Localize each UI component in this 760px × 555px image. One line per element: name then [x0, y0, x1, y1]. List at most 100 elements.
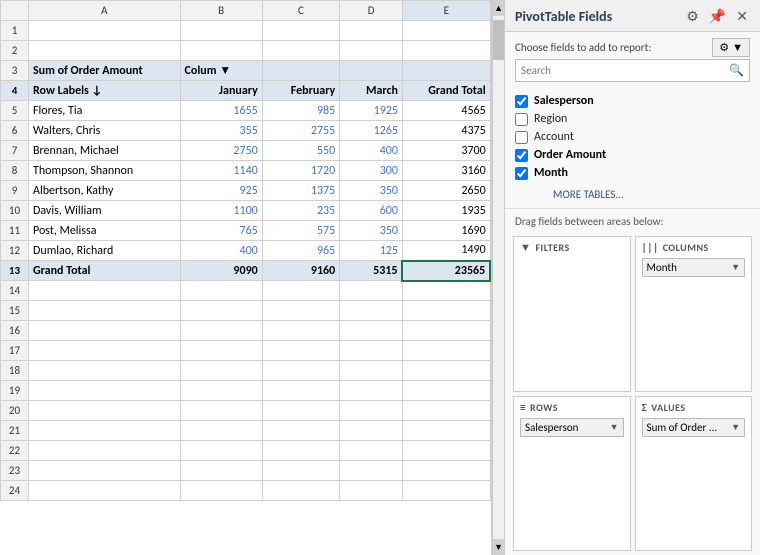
- cell[interactable]: [262, 41, 339, 61]
- gear-icon[interactable]: ⚙: [684, 8, 701, 25]
- cell-mar[interactable]: 600: [340, 201, 403, 221]
- cell-feb[interactable]: 1720: [262, 161, 339, 181]
- cell-name[interactable]: Thompson, Shannon: [29, 161, 181, 181]
- field-checkbox-account[interactable]: [515, 131, 528, 144]
- cell-january[interactable]: January: [180, 81, 262, 101]
- field-checkbox-salesperson[interactable]: [515, 95, 528, 108]
- scrollbar[interactable]: ▲ ▼: [492, 0, 504, 555]
- area-rows[interactable]: ≡ ROWS Salesperson ▼: [513, 396, 630, 552]
- col-header-A[interactable]: A: [29, 1, 181, 21]
- more-tables-link[interactable]: MORE TABLES...: [529, 184, 634, 209]
- field-checkbox-region[interactable]: [515, 113, 528, 126]
- cell-feb[interactable]: 575: [262, 221, 339, 241]
- cell-name[interactable]: Flores, Tia: [29, 101, 181, 121]
- cell[interactable]: [29, 21, 181, 41]
- month-dropdown-label: Month: [647, 261, 677, 274]
- field-item-order-amount[interactable]: Order Amount: [515, 146, 750, 164]
- cell[interactable]: [262, 61, 339, 81]
- field-item-salesperson[interactable]: Salesperson: [515, 92, 750, 110]
- close-icon[interactable]: ✕: [734, 8, 750, 25]
- cell-mar[interactable]: 1925: [340, 101, 403, 121]
- cell-february[interactable]: February: [262, 81, 339, 101]
- cell-total[interactable]: 3700: [402, 141, 490, 161]
- cell-mar[interactable]: 350: [340, 181, 403, 201]
- area-values[interactable]: Σ VALUES Sum of Order ... ▼: [635, 396, 752, 552]
- field-item-region[interactable]: Region: [515, 110, 750, 128]
- cell-march[interactable]: March: [340, 81, 403, 101]
- cell-jan[interactable]: 1140: [180, 161, 262, 181]
- cell-grand-total[interactable]: 23565: [402, 261, 490, 281]
- cell-total[interactable]: 4375: [402, 121, 490, 141]
- cell-total[interactable]: 4565: [402, 101, 490, 121]
- cell-row-labels[interactable]: Row Labels ↓: [29, 81, 181, 101]
- cell-name[interactable]: Davis, William: [29, 201, 181, 221]
- cell[interactable]: [340, 61, 403, 81]
- cell-total[interactable]: 2650: [402, 181, 490, 201]
- cell-colum[interactable]: Colum ▼: [180, 61, 262, 81]
- col-header-C[interactable]: C: [262, 1, 339, 21]
- cell-name[interactable]: Post, Melissa: [29, 221, 181, 241]
- col-header-E[interactable]: E: [402, 1, 490, 21]
- cell[interactable]: [29, 41, 181, 61]
- cell-feb[interactable]: 1375: [262, 181, 339, 201]
- cell[interactable]: [402, 21, 490, 41]
- cell[interactable]: [262, 21, 339, 41]
- cell[interactable]: [402, 41, 490, 61]
- cell-total[interactable]: 3160: [402, 161, 490, 181]
- cell-mar-total[interactable]: 5315: [340, 261, 403, 281]
- cell-mar[interactable]: 300: [340, 161, 403, 181]
- cell-grand-total-header[interactable]: Grand Total: [402, 81, 490, 101]
- cell-name[interactable]: Brennan, Michael: [29, 141, 181, 161]
- cell[interactable]: [402, 61, 490, 81]
- cell-name[interactable]: Dumlao, Richard: [29, 241, 181, 261]
- cell-feb-total[interactable]: 9160: [262, 261, 339, 281]
- cell-mar[interactable]: 400: [340, 141, 403, 161]
- cell-jan[interactable]: 2750: [180, 141, 262, 161]
- cell[interactable]: [340, 41, 403, 61]
- cell[interactable]: [180, 41, 262, 61]
- salesperson-dropdown[interactable]: Salesperson ▼: [520, 418, 623, 437]
- cell[interactable]: [180, 21, 262, 41]
- scroll-down[interactable]: ▼: [493, 539, 504, 555]
- area-columns[interactable]: ||| COLUMNS Month ▼: [635, 236, 752, 392]
- cell-jan[interactable]: 925: [180, 181, 262, 201]
- col-header-B[interactable]: B: [180, 1, 262, 21]
- field-checkbox-month[interactable]: [515, 167, 528, 180]
- cell-jan[interactable]: 355: [180, 121, 262, 141]
- area-filters[interactable]: ▼ FILTERS: [513, 236, 630, 392]
- cell-feb[interactable]: 965: [262, 241, 339, 261]
- month-dropdown[interactable]: Month ▼: [642, 258, 745, 277]
- cell-feb[interactable]: 985: [262, 101, 339, 121]
- cell-feb[interactable]: 2755: [262, 121, 339, 141]
- scroll-up[interactable]: ▲: [493, 0, 504, 16]
- cell-total[interactable]: 1490: [402, 241, 490, 261]
- cell-jan[interactable]: 765: [180, 221, 262, 241]
- field-item-account[interactable]: Account: [515, 128, 750, 146]
- cell-feb[interactable]: 235: [262, 201, 339, 221]
- cell-name[interactable]: Albertson, Kathy: [29, 181, 181, 201]
- cell-mar[interactable]: 1265: [340, 121, 403, 141]
- row-num: 18: [1, 361, 29, 381]
- cell-sum-of-order[interactable]: Sum of Order Amount: [29, 61, 181, 81]
- cell-name[interactable]: Walters, Chris: [29, 121, 181, 141]
- cell-mar[interactable]: 125: [340, 241, 403, 261]
- cell-mar[interactable]: 350: [340, 221, 403, 241]
- cell[interactable]: [340, 21, 403, 41]
- cell-jan[interactable]: 400: [180, 241, 262, 261]
- col-header-D[interactable]: D: [340, 1, 403, 21]
- cell-total[interactable]: 1690: [402, 221, 490, 241]
- cell-feb[interactable]: 550: [262, 141, 339, 161]
- cell-grand-total-label[interactable]: Grand Total: [29, 261, 181, 281]
- search-box[interactable]: 🔍: [515, 59, 750, 82]
- cell-jan[interactable]: 1655: [180, 101, 262, 121]
- field-checkbox-order-amount[interactable]: [515, 149, 528, 162]
- sum-of-order-dropdown[interactable]: Sum of Order ... ▼: [642, 418, 745, 437]
- search-input[interactable]: [516, 61, 724, 80]
- scroll-thumb[interactable]: [493, 20, 504, 60]
- cell-jan[interactable]: 1100: [180, 201, 262, 221]
- cell-jan-total[interactable]: 9090: [180, 261, 262, 281]
- pin-icon[interactable]: 📌: [707, 8, 728, 25]
- settings-dropdown-btn[interactable]: ⚙ ▼: [712, 38, 750, 57]
- field-item-month[interactable]: Month: [515, 164, 750, 182]
- cell-total[interactable]: 1935: [402, 201, 490, 221]
